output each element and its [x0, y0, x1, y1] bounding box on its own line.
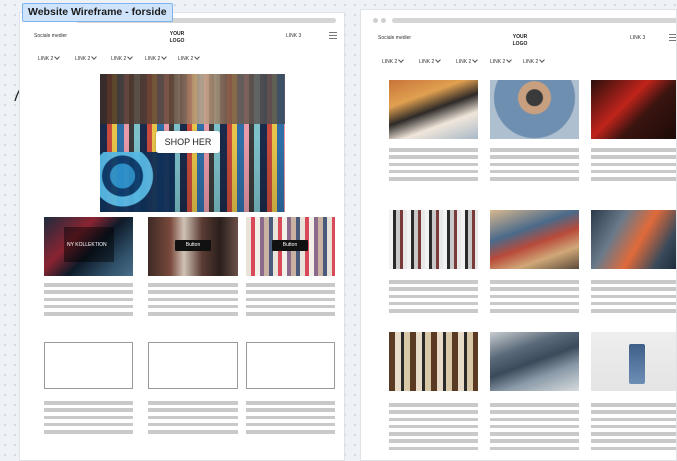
text-placeholder: [591, 148, 676, 184]
frame-title-tag[interactable]: Website Wireframe - forside: [22, 3, 173, 22]
text-placeholder: [246, 401, 335, 437]
nav-link-2[interactable]: LINK 2: [456, 57, 479, 65]
nav-link-label: LINK 2: [523, 59, 539, 65]
window-dot: [373, 18, 378, 23]
nav-link-label: LINK 2: [419, 59, 435, 65]
nav-link-2[interactable]: LINK 2: [75, 54, 98, 62]
text-placeholder: [389, 403, 478, 454]
text-placeholder: [389, 148, 478, 184]
image-placeholder-box: [246, 342, 335, 389]
nav-link-3[interactable]: LINK 3: [630, 35, 645, 41]
nav-link-3[interactable]: LINK 3: [286, 33, 301, 39]
nav-link-label: LINK 2: [456, 59, 472, 65]
product-image: [389, 332, 478, 391]
chevron-down-icon: [194, 54, 201, 60]
image-placeholder-box: [44, 342, 133, 389]
logo-line-2: LOGO: [169, 38, 185, 44]
nav-link-label: LINK 2: [145, 56, 161, 62]
logo-line-1: YOUR: [512, 34, 528, 40]
chevron-down-icon: [539, 57, 546, 63]
text-placeholder: [490, 280, 579, 316]
nav-link-2[interactable]: LINK 2: [382, 57, 405, 65]
text-placeholder: [148, 283, 238, 319]
address-bar: [392, 18, 676, 23]
text-placeholder: [490, 148, 579, 184]
menu-icon[interactable]: [329, 32, 337, 39]
product-image: [591, 210, 676, 269]
nav-link-label: LINK 2: [111, 56, 127, 62]
chevron-down-icon: [398, 57, 405, 63]
product-image: [591, 80, 676, 139]
nav-link-label: LINK 2: [38, 56, 54, 62]
shop-button[interactable]: SHOP HER: [156, 131, 220, 153]
nav-link-2[interactable]: LINK 2: [111, 54, 134, 62]
text-placeholder: [591, 280, 676, 316]
text-placeholder: [389, 280, 478, 316]
product-image: [490, 80, 579, 139]
nav-link-2[interactable]: LINK 2: [38, 54, 61, 62]
chevron-down-icon: [161, 54, 168, 60]
logo[interactable]: YOUR LOGO: [505, 34, 535, 48]
product-image: [389, 210, 478, 269]
right-wireframe: Sociale medier YOUR LOGO LINK 3 LINK 2 L…: [360, 9, 677, 461]
product-image: [389, 80, 478, 139]
window-dot: [381, 18, 386, 23]
text-placeholder: [246, 283, 335, 319]
logo-line-1: YOUR: [169, 31, 185, 37]
menu-icon[interactable]: [669, 34, 676, 41]
nav-link-2[interactable]: LINK 2: [419, 57, 442, 65]
image-placeholder-box: [148, 342, 238, 389]
text-placeholder: [44, 283, 133, 319]
chevron-down-icon: [54, 54, 61, 60]
nav-link-2[interactable]: LINK 2: [145, 54, 168, 62]
nav-link-2[interactable]: LINK 2: [490, 57, 513, 65]
chevron-down-icon: [472, 57, 479, 63]
nav-link-label: LINK 2: [178, 56, 194, 62]
nav-link-label: LINK 2: [75, 56, 91, 62]
logo[interactable]: YOUR LOGO: [162, 31, 192, 45]
chevron-down-icon: [91, 54, 98, 60]
text-placeholder: [44, 401, 133, 437]
chevron-down-icon: [435, 57, 442, 63]
logo-line-2: LOGO: [512, 41, 528, 47]
chevron-down-icon: [506, 57, 513, 63]
nav-link-2[interactable]: LINK 2: [523, 57, 546, 65]
card-2-button[interactable]: Button: [175, 240, 211, 251]
left-wireframe: Sociale medier YOUR LOGO LINK 3 LINK 2 L…: [19, 12, 345, 461]
nav-link-label: LINK 2: [490, 59, 506, 65]
card-1-label[interactable]: NY KOLLEKTION: [67, 242, 107, 248]
nav-link-label: LINK 2: [382, 59, 398, 65]
text-placeholder: [591, 403, 676, 454]
text-placeholder: [148, 401, 238, 437]
chevron-down-icon: [127, 54, 134, 60]
product-image: [591, 332, 676, 391]
text-placeholder: [490, 403, 579, 454]
nav-link-2[interactable]: LINK 2: [178, 54, 201, 62]
social-media-label[interactable]: Sociale medier: [378, 35, 411, 41]
social-media-label[interactable]: Sociale medier: [34, 33, 67, 39]
product-image: [490, 332, 579, 391]
card-3-button[interactable]: Button: [272, 240, 308, 251]
product-image: [490, 210, 579, 269]
